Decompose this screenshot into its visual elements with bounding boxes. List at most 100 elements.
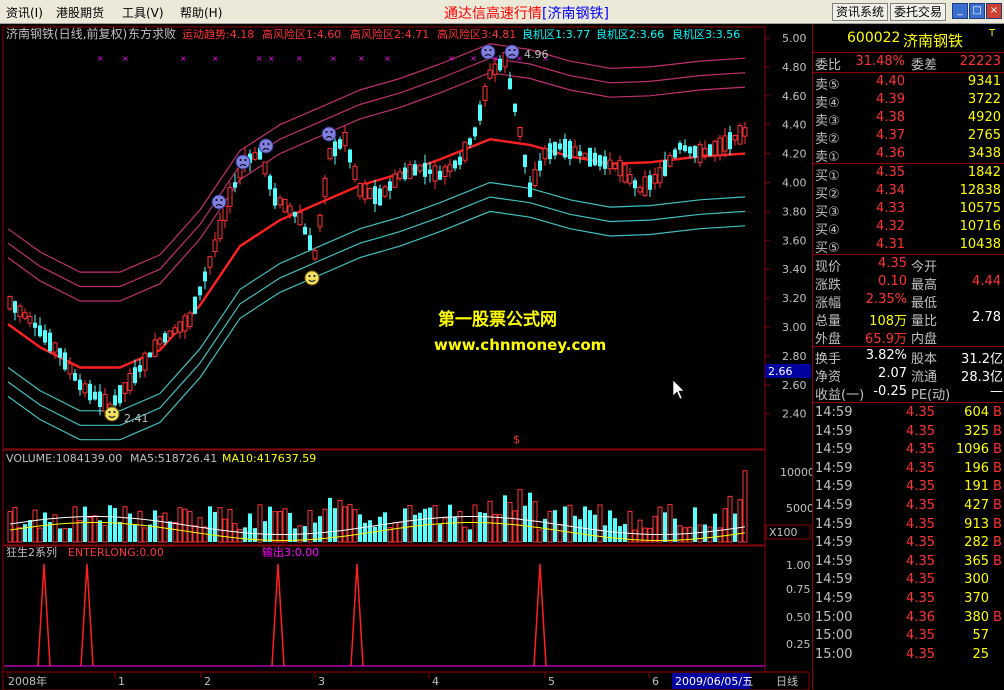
volume-bar xyxy=(98,520,102,542)
volume-bar xyxy=(383,512,387,542)
info-system-button[interactable]: 资讯系统 xyxy=(832,3,888,21)
price-tick: 4.80 xyxy=(782,61,807,74)
price-tick: 3.60 xyxy=(782,234,807,247)
stat2-row: 收益(一) -0.25 PE(动) — xyxy=(813,384,1004,403)
enterlong-spike xyxy=(350,563,364,667)
minimize-icon[interactable]: _ xyxy=(952,3,968,19)
candle-body xyxy=(652,174,658,184)
candle-body xyxy=(663,160,667,176)
ask-row: 卖③ 4.38 4920 xyxy=(813,110,1004,129)
candle-body xyxy=(38,325,42,337)
volume-bar xyxy=(512,510,518,543)
bid-price: 4.35 xyxy=(876,165,905,180)
top-marker: × xyxy=(97,54,104,63)
candle-body xyxy=(642,176,648,196)
ask-price: 4.36 xyxy=(876,146,905,161)
quote-panel: 600022 济南钢铁 T 委比 31.48% 委差 22223 卖⑤ 4.40 9… xyxy=(812,24,1004,690)
ask-label: 卖② xyxy=(815,132,840,147)
stat2-value: -0.25 xyxy=(873,384,907,399)
candle-body xyxy=(588,147,592,167)
menu-tools[interactable]: 工具(V) xyxy=(122,4,164,21)
tick-price: 4.35 xyxy=(906,479,935,495)
volume-bar xyxy=(7,511,13,543)
candle-body xyxy=(17,305,23,317)
candle-body xyxy=(462,141,468,161)
trade-button[interactable]: 委托交易 xyxy=(890,3,946,21)
stat-label: 今开 xyxy=(911,260,938,275)
volume-bar xyxy=(243,527,247,542)
candle-body xyxy=(388,181,392,191)
enterlong-spike xyxy=(271,563,285,667)
stat-value: 2.78 xyxy=(972,310,1001,325)
candle-body xyxy=(598,155,602,167)
bands xyxy=(7,43,746,441)
candle-body xyxy=(447,164,453,172)
current-date: 2009/06/05/五 xyxy=(675,675,753,688)
watermark-title: 第一股票公式网 xyxy=(438,309,557,330)
candle-body xyxy=(708,144,712,156)
ask-row: 卖① 4.36 3438 xyxy=(813,146,1004,165)
stat-label: 内盘 xyxy=(911,332,938,347)
candle-body xyxy=(233,182,237,188)
candle-body xyxy=(702,148,708,156)
volume-bar xyxy=(257,504,263,543)
indicator-values: 运动趋势:4.18 高风险区1:4.60 高风险区2:4.71 高风险区3:4.81 良… xyxy=(182,27,740,41)
stat-value: 4.35 xyxy=(878,256,907,271)
menu-info[interactable]: 资讯(I) xyxy=(6,4,43,21)
tick-price: 4.36 xyxy=(906,609,935,625)
volume-bar xyxy=(263,521,267,542)
s-marker: $ xyxy=(513,433,520,446)
volume-bar xyxy=(368,520,372,542)
candle-body xyxy=(693,145,697,158)
candle-body xyxy=(373,186,377,204)
vol-axis-unit: X100 xyxy=(769,526,798,539)
candle-body xyxy=(63,352,67,370)
candle-body xyxy=(413,164,417,176)
menu-help[interactable]: 帮助(H) xyxy=(180,4,222,21)
candle-body xyxy=(308,235,312,251)
volume-bar xyxy=(457,510,463,543)
candle-body xyxy=(563,138,567,158)
tick-row: 14:59 4.35 370 xyxy=(813,591,1004,609)
maximize-icon[interactable]: □ xyxy=(969,3,985,19)
volume-bar xyxy=(567,504,573,543)
candle-body xyxy=(127,372,133,391)
volume-bar xyxy=(553,510,557,542)
volume-bar xyxy=(87,516,93,543)
tick-volume: 370 xyxy=(964,591,989,606)
stat-value: 65.9万 xyxy=(865,332,907,347)
volume-bar xyxy=(318,516,322,542)
tick-row: 14:59 4.35 913 B xyxy=(813,517,1004,535)
period-label[interactable]: 日线 xyxy=(776,674,798,688)
stat2-row: 净资 2.07 流通 28.3亿 xyxy=(813,366,1004,385)
candle-body xyxy=(367,187,373,199)
time-label: 2008年 xyxy=(8,674,47,688)
indicator-4: 良机区1:3.77 xyxy=(522,27,590,41)
chart-area[interactable]: 济南钢铁(日线,前复权) 东方求败 运动趋势:4.18 高风险区1:4.60 高风险… xyxy=(0,24,812,690)
volume-bar xyxy=(593,514,597,542)
candle-body xyxy=(338,139,342,149)
candle-body xyxy=(622,164,628,183)
ask-vol: 3722 xyxy=(967,92,1001,107)
stat2-value: 31.2亿 xyxy=(961,352,1003,367)
volume-bar xyxy=(197,517,203,543)
top-marker: × xyxy=(296,54,303,63)
candle-body xyxy=(657,167,663,184)
volume-bar xyxy=(517,489,523,543)
volume-bars xyxy=(7,470,748,543)
volume-bar xyxy=(657,506,663,543)
candle-body xyxy=(152,339,158,357)
ask-vol: 3438 xyxy=(967,146,1001,161)
close-icon[interactable]: × xyxy=(986,3,1002,19)
volume-bar xyxy=(618,526,622,542)
stat-value: 108万 xyxy=(869,314,907,329)
ask-row: 卖④ 4.39 3722 xyxy=(813,92,1004,111)
candle-body xyxy=(52,342,58,353)
kline-chart[interactable]: 济南钢铁(日线,前复权) 东方求败 运动趋势:4.18 高风险区1:4.60 高风险… xyxy=(0,24,812,690)
menu-hk-futures[interactable]: 港股期货 xyxy=(56,4,104,21)
stat2-row: 换手 3.82% 股本 31.2亿 xyxy=(813,348,1004,367)
menu-bar: 资讯(I) 港股期货 工具(V) 帮助(H) 通达信高速行情[济南钢铁] 资讯系… xyxy=(0,0,1004,24)
stat2-label: 净资 xyxy=(815,370,842,385)
ask-label: 卖③ xyxy=(815,114,840,129)
candle-body xyxy=(317,214,323,228)
